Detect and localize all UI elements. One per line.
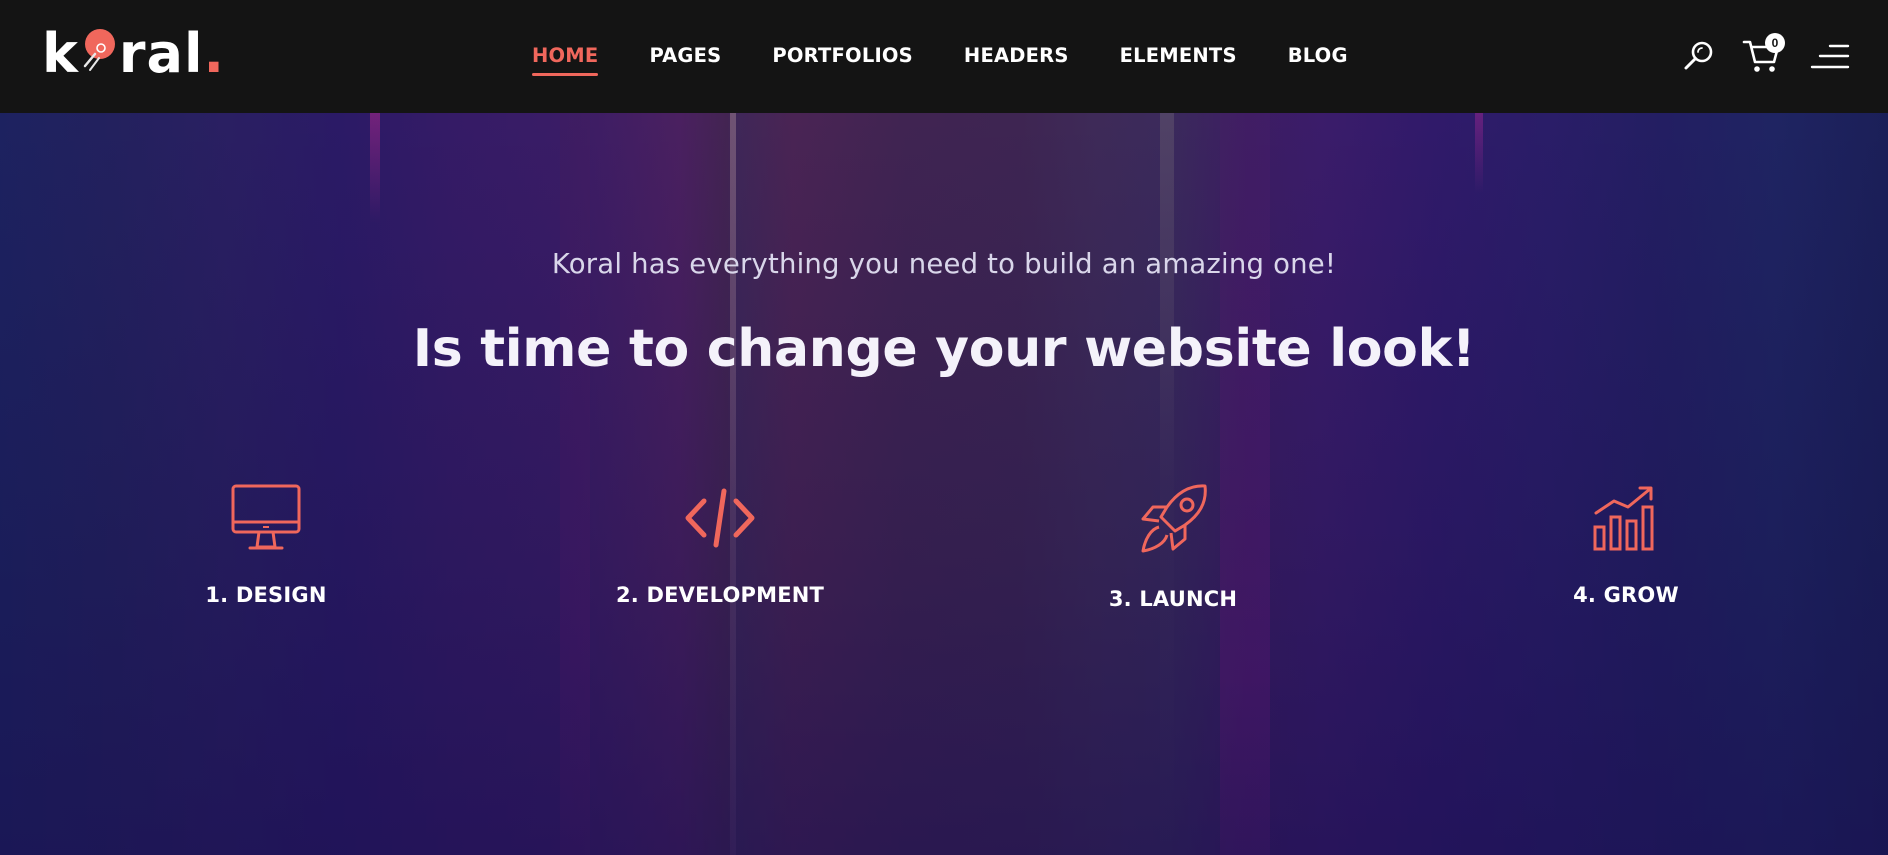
nav-elements[interactable]: ELEMENTS (1120, 42, 1237, 74)
logo-ball-icon (81, 24, 117, 71)
nav-portfolios[interactable]: PORTFOLIOS (772, 42, 913, 74)
search-icon[interactable] (1682, 40, 1714, 77)
step-label: 2. DEVELOPMENT (615, 583, 825, 607)
nav-home[interactable]: HOME (532, 42, 599, 76)
hero-title: Is time to change your website look! (412, 319, 1476, 379)
code-icon (684, 483, 756, 553)
logo[interactable]: k ral . (42, 22, 226, 85)
step-label: 4. GROW (1573, 583, 1679, 607)
site-header: k ral . HOME PAGES PORTFOLIOS HEADERS EL… (0, 0, 1888, 113)
step-label: 1. DESIGN (205, 583, 327, 607)
step-label: 3. LAUNCH (1108, 587, 1238, 611)
monitor-icon (230, 483, 302, 553)
step-launch: 3. LAUNCH (1023, 483, 1323, 611)
cart-count-badge: 0 (1765, 33, 1785, 53)
logo-dot: . (203, 22, 226, 85)
hero-subtitle: Koral has everything you need to build a… (551, 248, 1337, 280)
nav-blog[interactable]: BLOG (1288, 42, 1348, 74)
growth-chart-icon (1590, 483, 1662, 553)
rocket-icon (1137, 483, 1209, 557)
nav-pages[interactable]: PAGES (649, 42, 721, 74)
main-nav: HOME PAGES PORTFOLIOS HEADERS ELEMENTS B… (532, 42, 1399, 76)
bg-streak (1475, 113, 1483, 193)
logo-text-end: ral (118, 22, 204, 85)
step-development: 2. DEVELOPMENT (570, 483, 870, 607)
hero-section: Koral has everything you need to build a… (0, 113, 1888, 855)
menu-icon[interactable] (1810, 44, 1850, 75)
logo-text-start: k (42, 22, 79, 85)
bg-streak (370, 113, 380, 223)
nav-headers[interactable]: HEADERS (964, 42, 1069, 74)
step-design: 1. DESIGN (116, 483, 416, 607)
step-grow: 4. GROW (1476, 483, 1776, 607)
